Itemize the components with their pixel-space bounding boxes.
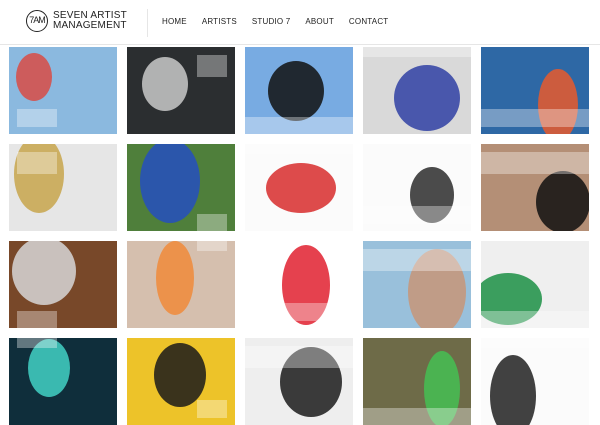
gallery-image <box>127 47 235 134</box>
gallery-tile[interactable] <box>245 241 353 328</box>
nav-contact[interactable]: CONTACT <box>349 17 388 26</box>
tile-highlight <box>17 152 57 174</box>
gallery-tile[interactable] <box>481 241 589 328</box>
gallery-tile[interactable] <box>127 241 235 328</box>
site-header: 7AM SEVEN ARTIST MANAGEMENT HOME ARTISTS… <box>0 0 600 45</box>
tile-highlight <box>17 109 57 127</box>
gallery-image <box>363 241 471 328</box>
tile-highlight <box>197 55 227 77</box>
gallery-tile[interactable] <box>363 47 471 134</box>
gallery-image <box>481 144 589 231</box>
tile-highlight <box>245 144 353 154</box>
nav-artists[interactable]: ARTISTS <box>202 17 237 26</box>
gallery-image <box>245 241 353 328</box>
gallery-image <box>245 144 353 231</box>
gallery-image <box>9 47 117 134</box>
brand-name: SEVEN ARTIST MANAGEMENT <box>53 11 127 31</box>
tile-highlight <box>245 303 353 321</box>
gallery-image <box>481 338 589 425</box>
gallery-image <box>9 241 117 328</box>
tile-highlight <box>197 400 227 418</box>
gallery-image <box>245 47 353 134</box>
brand-line-2: MANAGEMENT <box>53 20 127 31</box>
gallery-tile[interactable] <box>245 47 353 134</box>
gallery-tile[interactable] <box>9 47 117 134</box>
main-nav: HOME ARTISTS STUDIO 7 ABOUT CONTACT <box>162 17 388 26</box>
tile-highlight <box>245 346 353 368</box>
nav-studio-7[interactable]: STUDIO 7 <box>252 17 291 26</box>
gallery-image <box>9 338 117 425</box>
tile-subject <box>16 53 52 101</box>
tile-highlight <box>481 152 589 174</box>
gallery-tile[interactable] <box>9 144 117 231</box>
tile-highlight <box>363 206 471 224</box>
tile-highlight <box>197 214 227 231</box>
gallery-tile[interactable] <box>9 338 117 425</box>
gallery-image <box>363 338 471 425</box>
gallery-image <box>481 47 589 134</box>
tile-subject <box>394 65 460 131</box>
gallery-image <box>481 241 589 328</box>
gallery-tile[interactable] <box>127 338 235 425</box>
tile-highlight <box>481 109 589 127</box>
tile-subject <box>142 57 188 111</box>
gallery-tile[interactable] <box>481 47 589 134</box>
gallery-tile[interactable] <box>245 144 353 231</box>
gallery-tile[interactable] <box>127 47 235 134</box>
gallery-image <box>9 144 117 231</box>
gallery-image <box>245 338 353 425</box>
tile-subject <box>268 61 324 121</box>
tile-highlight <box>245 117 353 134</box>
tile-highlight <box>17 311 57 328</box>
brand-mark-icon: 7AM <box>26 10 48 32</box>
gallery-tile[interactable] <box>363 144 471 231</box>
tile-subject <box>156 241 194 315</box>
gallery-image <box>127 144 235 231</box>
tile-highlight <box>481 338 589 348</box>
gallery-tile[interactable] <box>363 338 471 425</box>
nav-about[interactable]: ABOUT <box>305 17 334 26</box>
tile-highlight <box>481 311 589 328</box>
gallery-tile[interactable] <box>9 241 117 328</box>
tile-subject <box>266 163 336 213</box>
gallery-tile[interactable] <box>127 144 235 231</box>
gallery-image <box>127 241 235 328</box>
tile-highlight <box>17 338 57 348</box>
tile-highlight <box>363 249 471 271</box>
nav-home[interactable]: HOME <box>162 17 187 26</box>
tile-subject <box>154 343 206 407</box>
brand-logo[interactable]: 7AM SEVEN ARTIST MANAGEMENT <box>26 10 127 32</box>
gallery-tile[interactable] <box>363 241 471 328</box>
gallery-image <box>363 47 471 134</box>
tile-highlight <box>197 241 227 251</box>
tile-highlight <box>363 47 471 57</box>
gallery-tile[interactable] <box>481 144 589 231</box>
gallery-image <box>363 144 471 231</box>
gallery-tile[interactable] <box>481 338 589 425</box>
tile-highlight <box>363 408 471 425</box>
gallery-image <box>127 338 235 425</box>
artist-gallery <box>9 47 591 425</box>
gallery-tile[interactable] <box>245 338 353 425</box>
header-divider <box>147 9 148 37</box>
